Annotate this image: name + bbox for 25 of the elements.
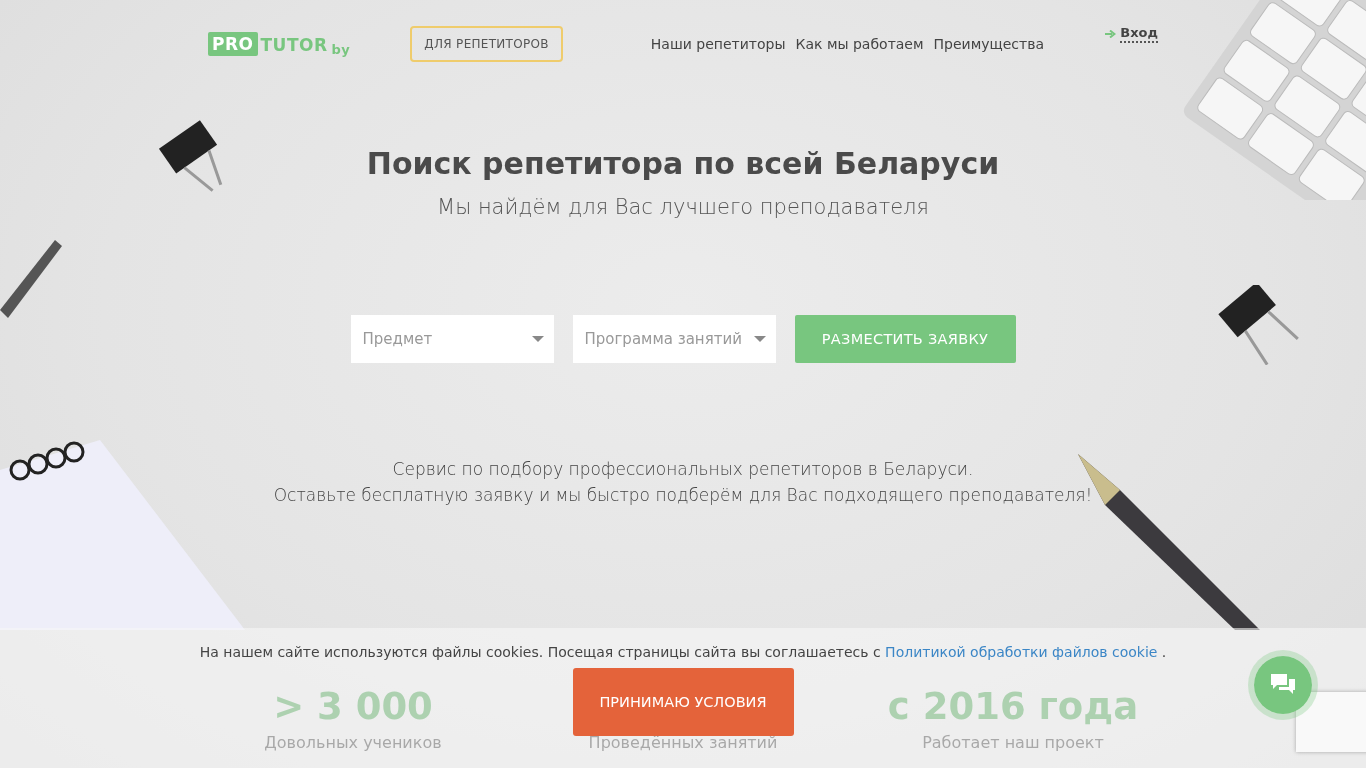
stat-label: Довольных учеников	[264, 733, 442, 752]
stat-value: > 3 000	[273, 685, 433, 728]
stat-label: Работает наш проект	[922, 733, 1104, 752]
nav-link[interactable]: Наши репетиторы	[650, 36, 786, 52]
dropdown-field[interactable]: Предмет	[350, 315, 554, 363]
nav-link[interactable]: Преимущества	[933, 36, 1045, 52]
protutor-logo[interactable]: PRO TUTOR by	[208, 32, 351, 56]
arrow-right-icon	[1105, 30, 1117, 38]
cookie-notice-text: На нашем сайте используются файлы cookies. Посещая страницы сайта вы соглашаетесь с Политикой обработки файлов cookie .	[199, 644, 1167, 660]
accept-terms-button[interactable]: ПРИНИМАЮ УСЛОВИЯ	[572, 668, 794, 736]
dropdown-caret-icon	[753, 336, 766, 342]
hero-title: Поиск репетитора по всей Беларуси	[366, 146, 1000, 181]
stat-label: Проведённых занятий	[588, 733, 778, 752]
description-text: Сервис по подбору профессиональных репетиторов в Беларуси.	[392, 459, 974, 479]
stat-value: с 2016 года	[887, 685, 1139, 728]
dropdown-caret-icon	[531, 336, 544, 342]
recaptcha-badge	[1296, 692, 1366, 752]
dropdown-field[interactable]: Программа занятий	[572, 315, 776, 363]
for-tutors-button[interactable]: ДЛЯ РЕПЕТИТОРОВ	[410, 26, 563, 62]
login-link[interactable]: Вход	[1120, 25, 1158, 43]
description-text: Оставьте бесплатную заявку и мы быстро подберём для Вас подходящего преподавателя!	[273, 485, 1093, 505]
nav-link[interactable]: Как мы работаем	[795, 36, 924, 52]
hero-subtitle: Мы найдём для Вас лучшего преподавателя	[437, 195, 929, 219]
submit-request-button[interactable]: РАЗМЕСТИТЬ ЗАЯВКУ	[794, 315, 1016, 363]
cookie-policy-link[interactable]: Политикой обработки файлов cookie	[885, 644, 1158, 660]
